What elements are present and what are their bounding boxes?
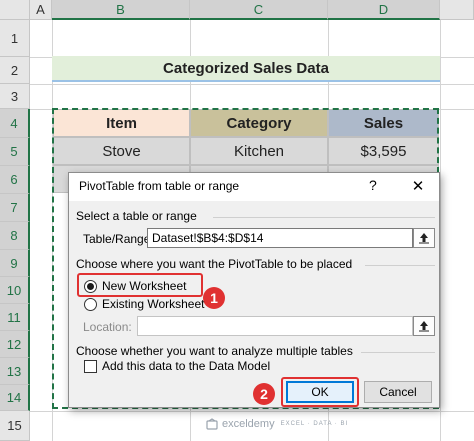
column-header-c[interactable]: C — [190, 0, 328, 20]
divider — [213, 217, 435, 218]
gridline — [30, 411, 474, 412]
row-label: 1 — [10, 30, 19, 46]
row-label: 14 — [6, 390, 22, 405]
row-header-11[interactable]: 11 — [0, 304, 30, 331]
column-label: B — [116, 1, 125, 17]
divider — [361, 352, 435, 353]
ok-button[interactable]: OK — [286, 381, 354, 403]
gridline — [30, 84, 474, 85]
data-model-checkbox[interactable] — [84, 360, 97, 373]
table-range-input[interactable]: Dataset!$B$4:$D$14 — [147, 228, 413, 248]
row-label: 8 — [10, 228, 18, 243]
watermark-name: exceldemy — [222, 418, 275, 430]
row-header-14[interactable]: 14 — [0, 385, 30, 411]
location-collapse-button[interactable] — [413, 316, 435, 336]
step-1-badge: 1 — [203, 287, 225, 309]
column-header-a[interactable]: A — [30, 0, 52, 20]
location-input[interactable] — [137, 316, 413, 336]
collapse-arrow-icon — [419, 321, 429, 332]
row-header-8[interactable]: 8 — [0, 222, 30, 250]
column-label: A — [36, 2, 45, 17]
location-label: Location: — [83, 320, 132, 334]
sheet-title: Categorized Sales Data — [163, 59, 329, 77]
row-label: 3 — [10, 88, 19, 104]
cancel-button[interactable]: Cancel — [364, 381, 432, 403]
row-header-13[interactable]: 13 — [0, 358, 30, 385]
column-label: C — [253, 1, 264, 17]
existing-worksheet-label[interactable]: Existing Worksheet — [102, 297, 205, 311]
existing-worksheet-radio[interactable] — [84, 298, 97, 311]
data-model-label[interactable]: Add this data to the Data Model — [102, 359, 270, 373]
sheet-title-cell[interactable]: Categorized Sales Data — [52, 56, 440, 82]
collapse-arrow-icon — [419, 233, 429, 244]
row-header-10[interactable]: 10 — [0, 277, 30, 304]
row-label: 2 — [10, 62, 19, 78]
row-label: 6 — [10, 172, 18, 187]
row-header-7[interactable]: 7 — [0, 194, 30, 222]
row-label: 11 — [7, 309, 21, 325]
row-header-5[interactable]: 5 — [0, 138, 30, 166]
close-icon[interactable]: ✕ — [403, 174, 433, 198]
section-select-range: Select a table or range — [76, 209, 197, 223]
table-range-collapse-button[interactable] — [413, 228, 435, 248]
row-header-15[interactable]: 15 — [0, 411, 30, 441]
column-header-e[interactable] — [440, 0, 474, 20]
row-label: 4 — [10, 115, 18, 131]
new-worksheet-highlight — [77, 273, 203, 297]
row-header-4[interactable]: 4 — [0, 109, 30, 138]
watermark-tagline: EXCEL · DATA · BI — [280, 421, 349, 427]
row-header-12[interactable]: 12 — [0, 331, 30, 358]
row-header-6[interactable]: 6 — [0, 166, 30, 194]
table-range-label: Table/Range: — [83, 232, 154, 246]
row-label: 12 — [6, 336, 22, 352]
row-label: 9 — [10, 255, 18, 271]
watermark: exceldemy EXCEL · DATA · BI — [206, 418, 348, 430]
column-header-d[interactable]: D — [328, 0, 440, 20]
row-label: 10 — [6, 282, 22, 298]
column-label: D — [378, 1, 389, 17]
row-label: 5 — [10, 144, 18, 159]
dialog-title: PivotTable from table or range — [79, 179, 240, 193]
column-header-b[interactable]: B — [52, 0, 190, 20]
row-header-2[interactable]: 2 — [0, 57, 30, 84]
row-label: 15 — [7, 418, 22, 433]
divider — [365, 265, 435, 266]
help-icon[interactable]: ? — [369, 177, 377, 193]
exceldemy-logo-icon — [206, 418, 218, 430]
row-label: 7 — [10, 200, 18, 215]
select-all-corner[interactable] — [0, 0, 30, 20]
pivot-table-dialog: PivotTable from table or range ? ✕ Selec… — [68, 172, 440, 408]
section-multiple-tables: Choose whether you want to analyze multi… — [76, 344, 353, 358]
row-header-9[interactable]: 9 — [0, 250, 30, 277]
row-header-3[interactable]: 3 — [0, 84, 30, 109]
step-2-badge: 2 — [253, 383, 275, 405]
row-header-1[interactable]: 1 — [0, 20, 30, 57]
row-label: 13 — [6, 363, 22, 379]
section-placement: Choose where you want the PivotTable to … — [76, 257, 353, 271]
